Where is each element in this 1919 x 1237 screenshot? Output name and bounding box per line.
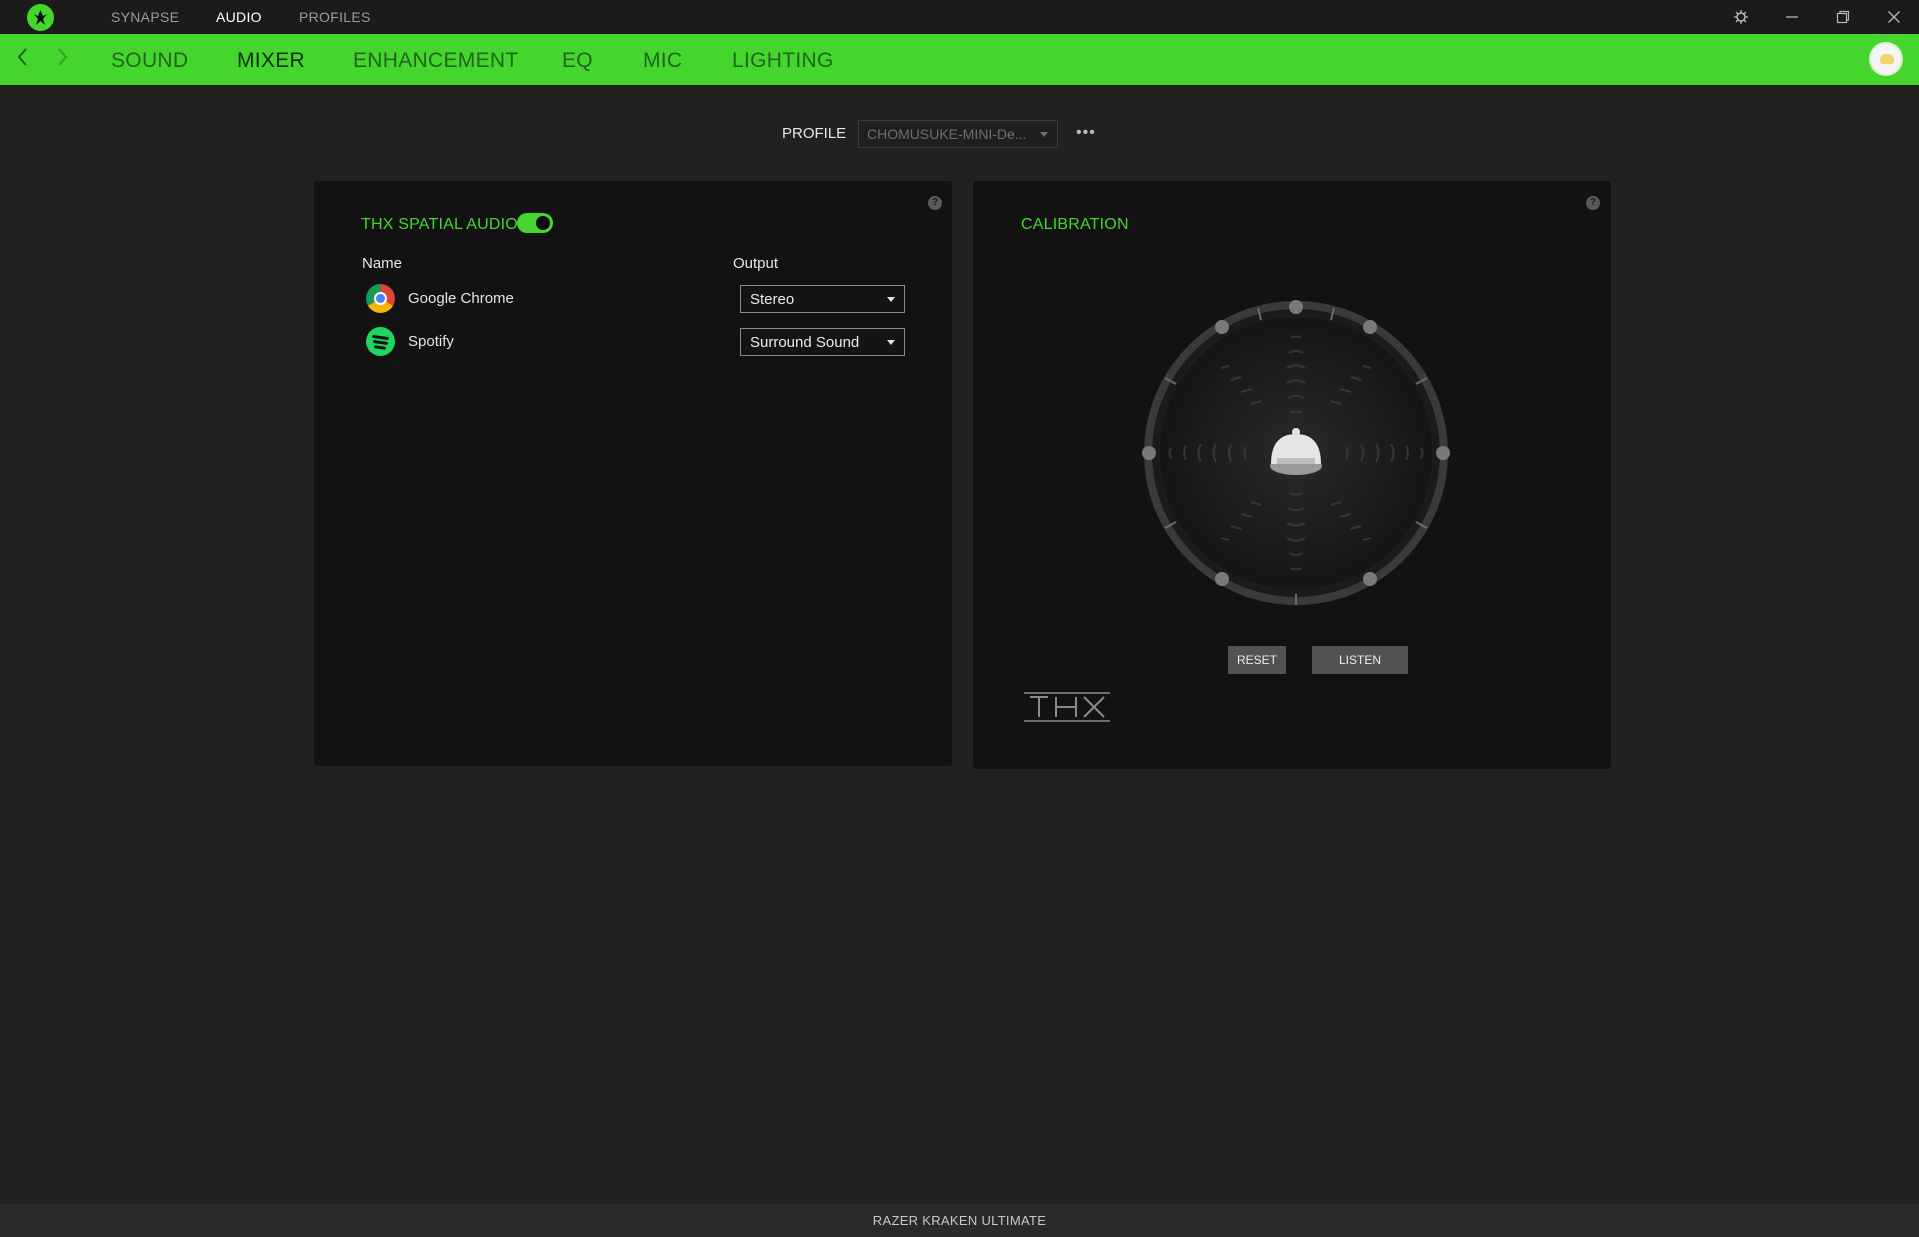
calibration-panel: ? CALIBRATION RESET LISTEN xyxy=(973,181,1611,769)
profile-dropdown-value: CHOMUSUKE-MINI-De... xyxy=(867,126,1027,142)
device-name: RAZER KRAKEN ULTIMATE xyxy=(872,1213,1047,1228)
chevron-right-icon[interactable] xyxy=(55,46,69,74)
output-dropdown-value: Stereo xyxy=(750,291,795,308)
audio-sub-navigation: SOUND MIXER ENHANCEMENT EQ MIC LIGHTING xyxy=(0,34,1919,85)
thx-spatial-audio-title: THX SPATIAL AUDIO xyxy=(361,216,518,233)
settings-gear-icon[interactable] xyxy=(1729,6,1753,28)
tab-mic[interactable]: MIC xyxy=(643,49,682,73)
minimize-icon[interactable] xyxy=(1780,6,1804,28)
tab-mixer[interactable]: MIXER xyxy=(237,49,305,73)
close-icon[interactable] xyxy=(1882,6,1906,28)
app-row-spotify: Spotify Surround Sound xyxy=(366,326,906,358)
tab-enhancement[interactable]: ENHANCEMENT xyxy=(353,49,518,73)
user-avatar[interactable] xyxy=(1869,42,1903,76)
thx-spatial-audio-toggle[interactable] xyxy=(517,213,553,233)
listen-button[interactable]: LISTEN xyxy=(1312,646,1408,674)
app-row-chrome: Google Chrome Stereo xyxy=(366,283,906,315)
chevron-down-icon xyxy=(887,297,895,302)
help-icon[interactable]: ? xyxy=(928,196,942,210)
chevron-left-icon[interactable] xyxy=(16,46,30,74)
output-dropdown-spotify[interactable]: Surround Sound xyxy=(740,328,905,356)
speaker-calibration-dial[interactable] xyxy=(1141,298,1451,608)
tab-eq[interactable]: EQ xyxy=(562,49,593,73)
chevron-down-icon xyxy=(1040,132,1048,137)
profile-dropdown[interactable]: CHOMUSUKE-MINI-De... xyxy=(858,120,1058,148)
more-options-button[interactable]: ••• xyxy=(1076,122,1098,144)
tab-sound[interactable]: SOUND xyxy=(111,49,188,73)
top-tab-synapse[interactable]: SYNAPSE xyxy=(111,9,179,25)
restore-icon[interactable] xyxy=(1831,6,1855,28)
razer-logo-icon[interactable] xyxy=(27,4,54,31)
top-tab-profiles[interactable]: PROFILES xyxy=(299,9,371,25)
column-header-name: Name xyxy=(362,255,403,272)
output-dropdown-value: Surround Sound xyxy=(750,334,860,351)
title-bar: SYNAPSE AUDIO PROFILES xyxy=(0,0,1919,34)
device-status-bar: RAZER KRAKEN ULTIMATE xyxy=(0,1204,1919,1237)
app-name: Google Chrome xyxy=(408,290,514,307)
mixer-panel: ? THX SPATIAL AUDIO Name Output Google C… xyxy=(314,181,952,766)
tab-lighting[interactable]: LIGHTING xyxy=(732,49,834,73)
spotify-icon xyxy=(366,327,395,356)
column-header-output: Output xyxy=(733,255,779,272)
profile-label: PROFILE xyxy=(782,125,847,142)
chrome-icon xyxy=(366,284,395,313)
reset-button[interactable]: RESET xyxy=(1228,646,1286,674)
toggle-knob xyxy=(536,216,550,230)
app-name: Spotify xyxy=(408,333,454,350)
help-icon[interactable]: ? xyxy=(1586,196,1600,210)
chevron-down-icon xyxy=(887,340,895,345)
top-tab-audio[interactable]: AUDIO xyxy=(216,9,262,25)
thx-logo xyxy=(1024,689,1110,725)
calibration-title: CALIBRATION xyxy=(1021,216,1129,233)
output-dropdown-chrome[interactable]: Stereo xyxy=(740,285,905,313)
